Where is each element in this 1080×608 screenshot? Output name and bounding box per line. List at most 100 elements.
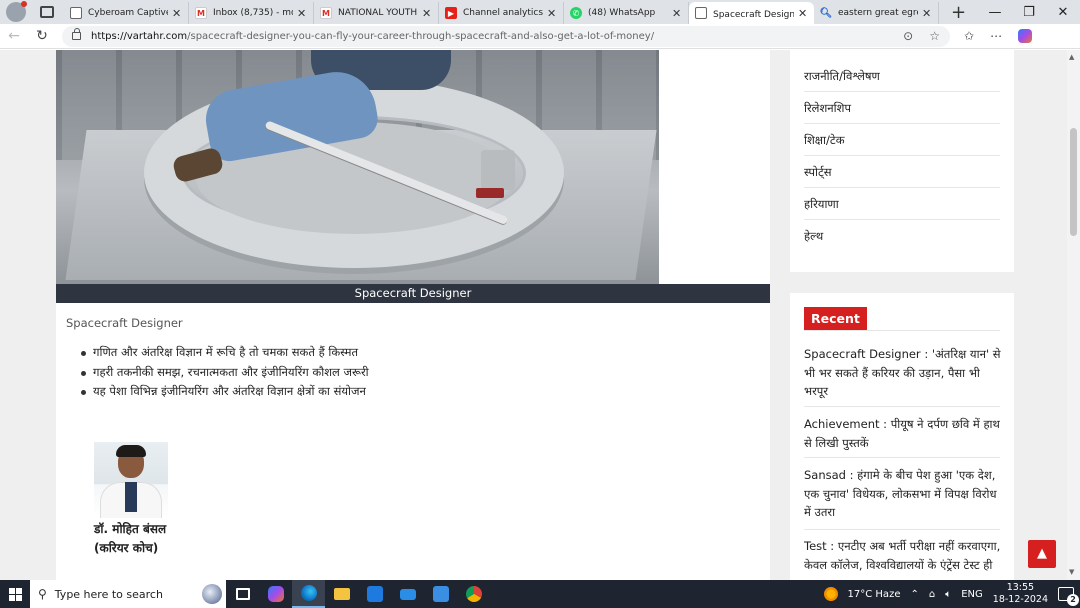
copilot-icon[interactable]	[1018, 29, 1033, 43]
notification-icon[interactable]: 2	[1058, 587, 1079, 606]
divider	[804, 457, 1000, 458]
scrollbar-thumb[interactable]	[1070, 128, 1077, 236]
scroll-down-arrow-icon[interactable]: ▼	[1069, 568, 1074, 576]
sidebar-categories: राजनीति/विश्लेषण रिलेशनशिप शिक्षा/टेक स्…	[790, 50, 1014, 272]
language-indicator[interactable]: ENG	[961, 589, 983, 600]
profile-avatar-icon[interactable]	[6, 1, 27, 22]
search-icon: ⚲	[38, 587, 47, 601]
network-icon[interactable]: ⌂	[929, 589, 935, 600]
tab-spacecraft-designer[interactable]: Spacecraft Designer : 'अ ✕	[689, 2, 814, 24]
start-button[interactable]	[0, 580, 30, 608]
read-aloud-icon[interactable]: ⊙	[903, 29, 913, 43]
search-highlight-icon[interactable]	[202, 584, 222, 604]
sidebar-item-haryana[interactable]: हरियाणा	[804, 188, 1000, 220]
youtube-icon: ▶	[445, 7, 457, 19]
system-tray: 17°C Haze ⌃ ⌂ 🔈︎ ENG 13:55 18-12-2024 2	[823, 582, 1080, 606]
close-icon[interactable]: ✕	[172, 7, 182, 20]
app-button[interactable]	[424, 580, 457, 608]
close-icon[interactable]: ✕	[672, 7, 682, 20]
close-icon[interactable]: ✕	[922, 7, 932, 20]
address-bar-row: ← ↻ https://vartahr.com/spacecraft-desig…	[0, 24, 1080, 49]
tab-actions-icon[interactable]	[40, 6, 54, 18]
clock-date: 18-12-2024	[992, 594, 1048, 605]
edge-icon	[300, 585, 317, 601]
close-icon[interactable]: ✕	[798, 7, 808, 20]
recent-post-link[interactable]: Spacecraft Designer : 'अंतरिक्ष यान' से …	[804, 345, 1002, 401]
article-hero-image	[56, 50, 659, 284]
tab-label: (48) WhatsApp	[588, 8, 656, 18]
tab-label: NATIONAL YOUTH FES	[338, 8, 418, 18]
recent-heading: Recent	[804, 307, 867, 330]
store-icon	[366, 586, 383, 602]
favorite-star-icon[interactable]: ☆	[929, 29, 940, 43]
recent-post-link[interactable]: Achievement : पीयूष ने दर्पण छवि में हाथ…	[804, 415, 1002, 452]
task-view-icon	[235, 588, 250, 600]
url-field[interactable]: https://vartahr.com/spacecraft-designer-…	[62, 25, 950, 47]
scroll-to-top-button[interactable]: ▲	[1028, 540, 1056, 568]
close-icon[interactable]: ✕	[547, 7, 557, 20]
sidebar-item-health[interactable]: हेल्थ	[804, 220, 1000, 252]
search-placeholder: Type here to search	[54, 587, 163, 601]
tab-whatsapp[interactable]: ✆ (48) WhatsApp ✕	[564, 2, 689, 24]
page-scrollbar[interactable]: ▲ ▼	[1067, 50, 1080, 580]
clock-time: 13:55	[1006, 582, 1035, 593]
mail-button[interactable]	[391, 580, 424, 608]
store-button[interactable]	[358, 580, 391, 608]
tab-national-youth[interactable]: M NATIONAL YOUTH FES ✕	[314, 2, 439, 24]
tab-channel-analytics[interactable]: ▶ Channel analytics - You ✕	[439, 2, 564, 24]
weather-sun-icon[interactable]	[823, 587, 838, 601]
chevron-up-icon[interactable]: ⌃	[910, 589, 918, 600]
tab-label: Cyberoam Captive Port	[88, 8, 168, 18]
more-menu-icon[interactable]: ⋯	[990, 29, 1002, 43]
recent-post-link[interactable]: Test : एनटीए अब भर्ती परीक्षा नहीं करवाए…	[804, 537, 1002, 574]
gmail-icon: M	[195, 7, 207, 19]
clock[interactable]: 13:55 18-12-2024	[993, 582, 1048, 606]
close-icon[interactable]: ✕	[297, 7, 307, 20]
recent-posts-widget: Recent Spacecraft Designer : 'अंतरिक्ष य…	[790, 293, 1014, 580]
app-icon	[432, 586, 449, 602]
page-icon	[70, 7, 82, 19]
copilot-icon	[267, 586, 284, 602]
article-content: Spacecraft Designer Spacecraft Designer …	[56, 50, 770, 580]
close-icon[interactable]: ✕	[422, 7, 432, 20]
new-tab-plus-icon[interactable]: +	[951, 2, 966, 23]
volume-icon[interactable]: 🔈︎	[945, 589, 951, 600]
sidebar-item-relationship[interactable]: रिलेशनशिप	[804, 92, 1000, 124]
restore-icon[interactable]: ❐	[1012, 5, 1046, 20]
divider	[804, 330, 1000, 331]
recent-post-link[interactable]: Sansad : हंगामे के बीच पेश हुआ 'एक देश, …	[804, 466, 1002, 522]
gmail-icon: M	[320, 7, 332, 19]
windows-taskbar: ⚲ Type here to search 17°C Haze ⌃ ⌂ 🔈︎ E…	[0, 580, 1080, 608]
tab-inbox[interactable]: M Inbox (8,735) - mohit.b ✕	[189, 2, 314, 24]
web-page: Spacecraft Designer Spacecraft Designer …	[0, 50, 1067, 580]
tab-cyberoam[interactable]: Cyberoam Captive Port ✕	[64, 2, 189, 24]
image-caption: Spacecraft Designer	[56, 284, 770, 303]
scroll-up-arrow-icon[interactable]: ▲	[1069, 53, 1074, 61]
highlights-list: गणित और अंतरिक्ष विज्ञान में रूचि है तो …	[81, 343, 369, 402]
close-window-icon[interactable]: ✕	[1046, 5, 1080, 20]
file-explorer-button[interactable]	[325, 580, 358, 608]
mail-icon	[399, 588, 416, 600]
task-view-button[interactable]	[226, 580, 259, 608]
edge-taskbar-button[interactable]	[292, 580, 325, 608]
back-arrow-icon[interactable]: ←	[0, 28, 28, 44]
list-item: गहरी तकनीकी समझ, रचनात्मकता और इंजीनियरि…	[81, 363, 369, 383]
tab-eastern-egret[interactable]: 🔍︎ eastern great egret - Se ✕	[814, 2, 939, 24]
lock-icon[interactable]	[72, 28, 81, 40]
sidebar-item-education[interactable]: शिक्षा/टेक	[804, 124, 1000, 156]
tab-label: Spacecraft Designer : 'अ	[713, 9, 794, 20]
sidebar-item-politics[interactable]: राजनीति/विश्लेषण	[804, 60, 1000, 92]
chrome-button[interactable]	[457, 580, 490, 608]
socket-tool	[481, 150, 515, 190]
page-icon	[695, 7, 707, 19]
copilot-taskbar-button[interactable]	[259, 580, 292, 608]
taskbar-search-box[interactable]: ⚲ Type here to search	[30, 580, 226, 608]
divider	[804, 529, 1000, 530]
minimize-icon[interactable]: —	[978, 5, 1012, 20]
refresh-icon[interactable]: ↻	[28, 28, 56, 44]
favorites-icon[interactable]: ✩	[964, 29, 974, 43]
sidebar-item-sports[interactable]: स्पोर्ट्स	[804, 156, 1000, 188]
windows-logo-icon	[8, 587, 22, 601]
notification-count: 2	[1067, 594, 1079, 606]
weather-text[interactable]: 17°C Haze	[848, 589, 901, 600]
